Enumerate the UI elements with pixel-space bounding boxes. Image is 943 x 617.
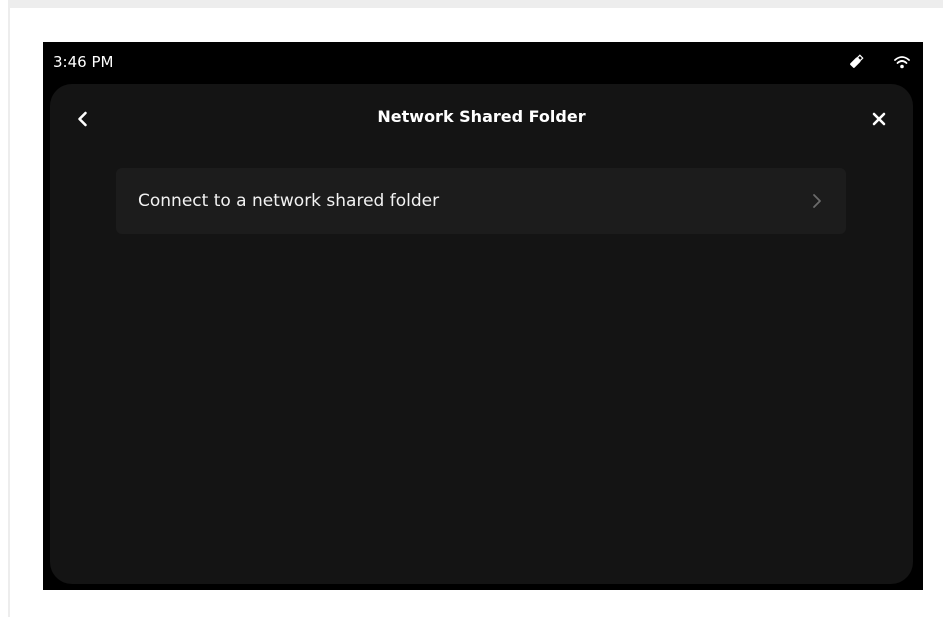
usb-drive-icon bbox=[847, 53, 865, 71]
wifi-icon bbox=[893, 53, 911, 71]
close-button[interactable] bbox=[868, 108, 890, 130]
page-frame-top bbox=[8, 0, 943, 8]
status-bar: 3:46 PM bbox=[43, 42, 923, 84]
status-time: 3:46 PM bbox=[53, 53, 114, 71]
device-screen: 3:46 PM Network Shared Folder Connect to… bbox=[43, 42, 923, 590]
chevron-right-icon bbox=[810, 192, 824, 210]
connect-network-folder-item[interactable]: Connect to a network shared folder bbox=[116, 168, 846, 234]
close-icon bbox=[868, 112, 890, 134]
page-frame-left bbox=[8, 8, 10, 617]
settings-panel: Network Shared Folder Connect to a netwo… bbox=[50, 84, 913, 584]
page-title: Network Shared Folder bbox=[377, 107, 586, 126]
list-item-label: Connect to a network shared folder bbox=[138, 191, 440, 211]
